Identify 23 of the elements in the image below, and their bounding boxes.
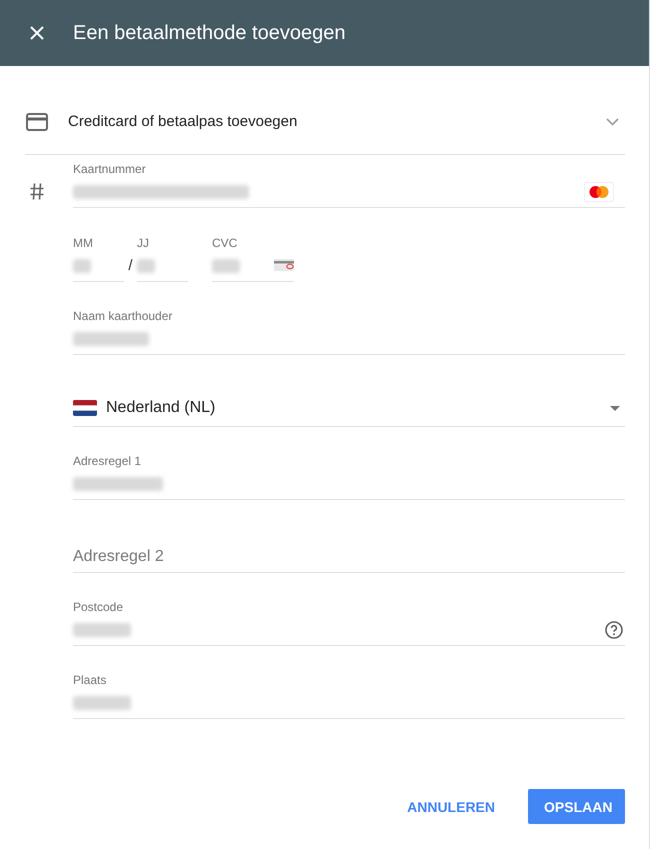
month-field[interactable]: MM [73, 235, 124, 282]
dialog-title: Een betaalmethode toevoegen [73, 22, 346, 44]
close-icon [30, 26, 44, 40]
date-separator: / [128, 256, 133, 276]
cancel-button[interactable]: ANNULEREN [399, 789, 503, 824]
year-field[interactable]: JJ [137, 235, 188, 282]
address-field[interactable]: Plaats [73, 672, 625, 719]
card-brand-icon [584, 182, 614, 202]
address-field[interactable]: Adresregel 2 [73, 526, 625, 573]
cvc-field[interactable]: CVC [212, 235, 294, 282]
chevron-down-icon [606, 118, 619, 126]
card-back-icon [274, 259, 294, 271]
cardholder-field[interactable]: Naam kaarthouder [73, 308, 625, 355]
payment-method-select[interactable]: Creditcard of betaalpas toevoegen [25, 89, 625, 155]
hash-icon [30, 183, 44, 200]
save-button[interactable]: OPSLAAN [528, 789, 625, 824]
flag-icon [73, 400, 97, 416]
country-select[interactable]: Nederland (NL) [73, 391, 625, 427]
card-number-field[interactable]: Kaartnummer [73, 161, 625, 208]
dropdown-arrow-icon [610, 406, 620, 410]
credit-card-icon [26, 112, 48, 130]
address-field[interactable]: Postcode [73, 599, 625, 646]
address-field[interactable]: Adresregel 1 [73, 453, 625, 500]
